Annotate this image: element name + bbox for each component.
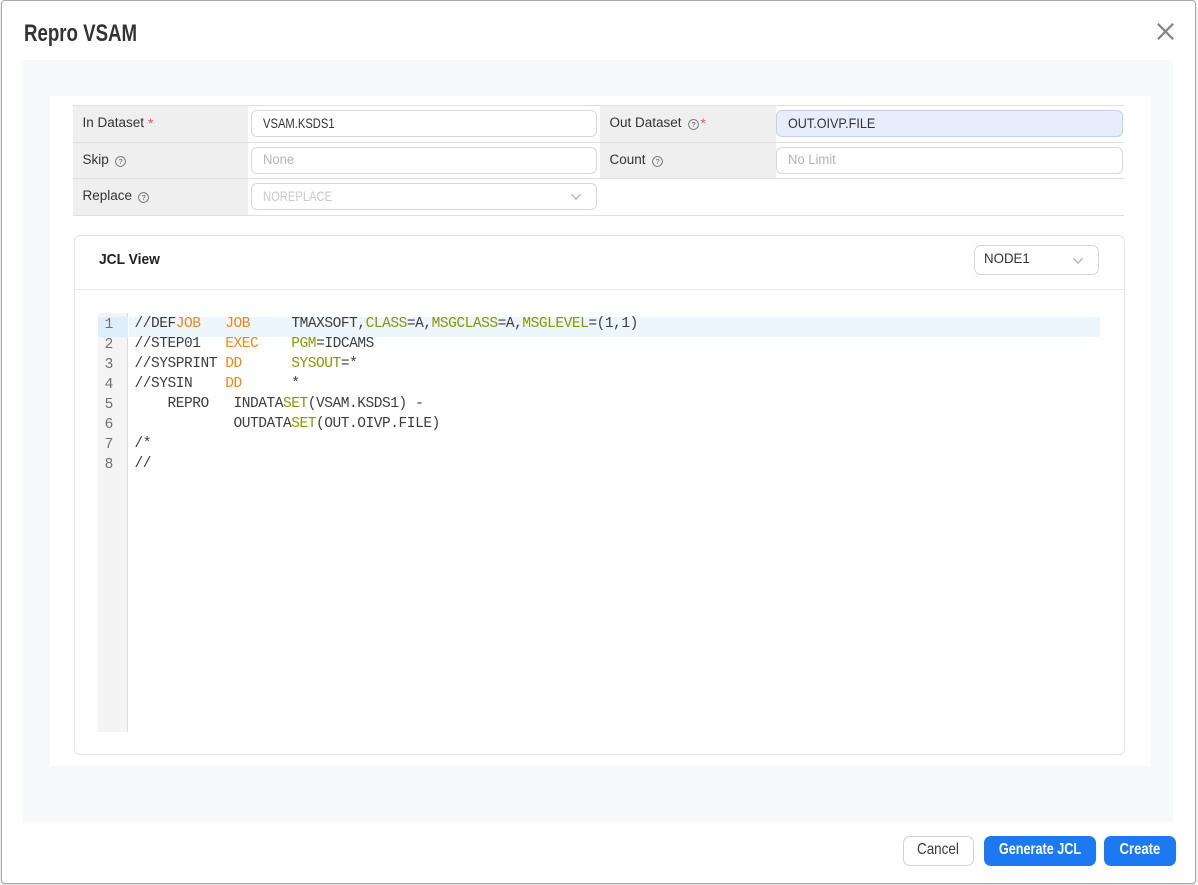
svg-text:?: ?: [691, 120, 695, 129]
svg-text:?: ?: [118, 157, 122, 166]
svg-text:?: ?: [141, 193, 145, 202]
svg-text:?: ?: [655, 157, 659, 166]
